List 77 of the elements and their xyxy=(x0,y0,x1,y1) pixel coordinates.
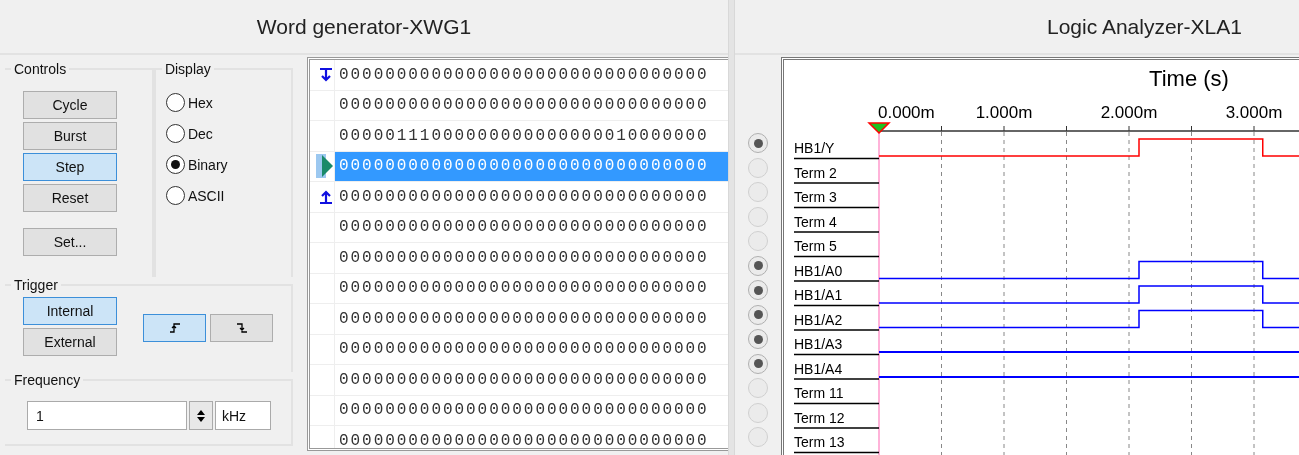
tick-label: 3.000m xyxy=(1225,103,1283,122)
radio-option[interactable]: Hex xyxy=(165,93,291,112)
probe-toggle[interactable] xyxy=(748,133,768,154)
up-arrow-icon[interactable] xyxy=(196,408,206,415)
frequency-field[interactable]: 1 xyxy=(27,401,187,430)
radio-option[interactable]: Dec xyxy=(165,124,291,143)
channel-label: HB1/A2 xyxy=(794,311,843,328)
channel-label: HB1/A1 xyxy=(794,287,843,303)
word-value[interactable]: 00000000000000000000000000000000 xyxy=(335,182,728,212)
probe-toggle[interactable] xyxy=(748,280,768,301)
word-value[interactable]: 00000000000000000000000000000000 xyxy=(335,243,728,273)
probe-toggle[interactable] xyxy=(748,255,768,276)
word-value[interactable]: 00000000000000000000000000000000 xyxy=(335,395,728,425)
group-label: Display xyxy=(163,61,212,77)
tick-label: 2.000m xyxy=(1100,103,1158,122)
window-title: Word generator-XWG1 xyxy=(256,14,472,39)
word-value[interactable]: 00000000000000000000000000000000 xyxy=(335,90,728,120)
channel-label: HB1/A4 xyxy=(794,360,843,377)
channel-label: Term 13 xyxy=(794,434,845,450)
radio-option[interactable]: Binary xyxy=(165,155,291,174)
unit-field[interactable]: kHz xyxy=(215,401,271,430)
probe-toggle[interactable] xyxy=(748,378,768,399)
channel-label: Term 4 xyxy=(794,213,837,230)
word-value[interactable]: 00000000000000000000000000000000 xyxy=(335,426,728,448)
trigger-marker-icon[interactable] xyxy=(867,122,891,135)
axis-title: Time (s) xyxy=(1149,66,1229,91)
channel-label: HB1/Y xyxy=(794,140,835,156)
channel-label: HB1/A3 xyxy=(794,336,843,352)
radio-icon[interactable] xyxy=(165,186,185,205)
probe-toggle[interactable] xyxy=(748,182,768,203)
probe-toggle[interactable] xyxy=(748,329,768,350)
edge-button[interactable] xyxy=(143,313,206,342)
channel-label: Term 11 xyxy=(794,385,844,401)
trigger-button[interactable]: External xyxy=(23,328,117,356)
control-button[interactable]: Cycle xyxy=(23,91,117,119)
radio-icon[interactable] xyxy=(165,155,185,174)
cursor-marker-icon xyxy=(316,154,334,179)
spin-buttons[interactable] xyxy=(189,401,213,430)
probe-toggle[interactable] xyxy=(748,353,768,374)
word-value[interactable]: 00000000000000000000000000000000 xyxy=(335,212,728,242)
group-label: Trigger xyxy=(13,277,59,293)
probe-toggle[interactable] xyxy=(748,304,768,325)
probe-toggle[interactable] xyxy=(748,231,768,252)
tick-label: 0.000m xyxy=(878,103,935,122)
channel-label: Term 12 xyxy=(794,409,845,426)
group-label: Frequency xyxy=(13,372,82,388)
channel-label: Term 2 xyxy=(794,164,837,181)
word-value[interactable]: 00000000000000000000000000000000 xyxy=(335,365,728,395)
word-value[interactable]: 00000000000000000000000000000000 xyxy=(335,273,728,303)
rising-edge-icon xyxy=(168,321,181,334)
probe-toggle[interactable] xyxy=(748,427,768,448)
start-marker-icon xyxy=(318,66,334,83)
falling-edge-icon xyxy=(235,321,248,334)
tick-label: 1.000m xyxy=(975,103,1033,122)
probe-toggle[interactable] xyxy=(748,157,768,178)
channel-label: HB1/A0 xyxy=(794,262,843,279)
control-button[interactable]: Burst xyxy=(23,122,117,150)
radio-option[interactable]: ASCII xyxy=(165,186,291,205)
word-value[interactable]: 00000000000000000000000000000000 xyxy=(335,304,728,334)
probe-toggle[interactable] xyxy=(748,402,768,423)
word-value[interactable]: 00000111000000000000000010000000 xyxy=(335,121,728,151)
radio-icon[interactable] xyxy=(165,124,185,143)
control-button[interactable]: Reset xyxy=(23,184,117,212)
channel-label: Term 3 xyxy=(794,189,837,205)
control-button[interactable]: Step xyxy=(23,153,117,181)
group-label: Controls xyxy=(13,61,68,77)
radio-icon[interactable] xyxy=(165,93,185,112)
word-value[interactable]: 00000000000000000000000000000000 xyxy=(335,60,728,90)
channel-label: Term 5 xyxy=(794,238,837,254)
control-button[interactable]: Set... xyxy=(23,228,117,256)
word-value[interactable]: 00000000000000000000000000000000 xyxy=(335,334,728,364)
end-marker-icon xyxy=(318,188,334,205)
edge-button[interactable] xyxy=(210,313,273,342)
trigger-button[interactable]: Internal xyxy=(23,297,117,325)
down-arrow-icon[interactable] xyxy=(196,416,206,423)
window-title: Logic Analyzer-XLA1 xyxy=(1047,14,1242,39)
probe-toggle[interactable] xyxy=(748,206,768,227)
